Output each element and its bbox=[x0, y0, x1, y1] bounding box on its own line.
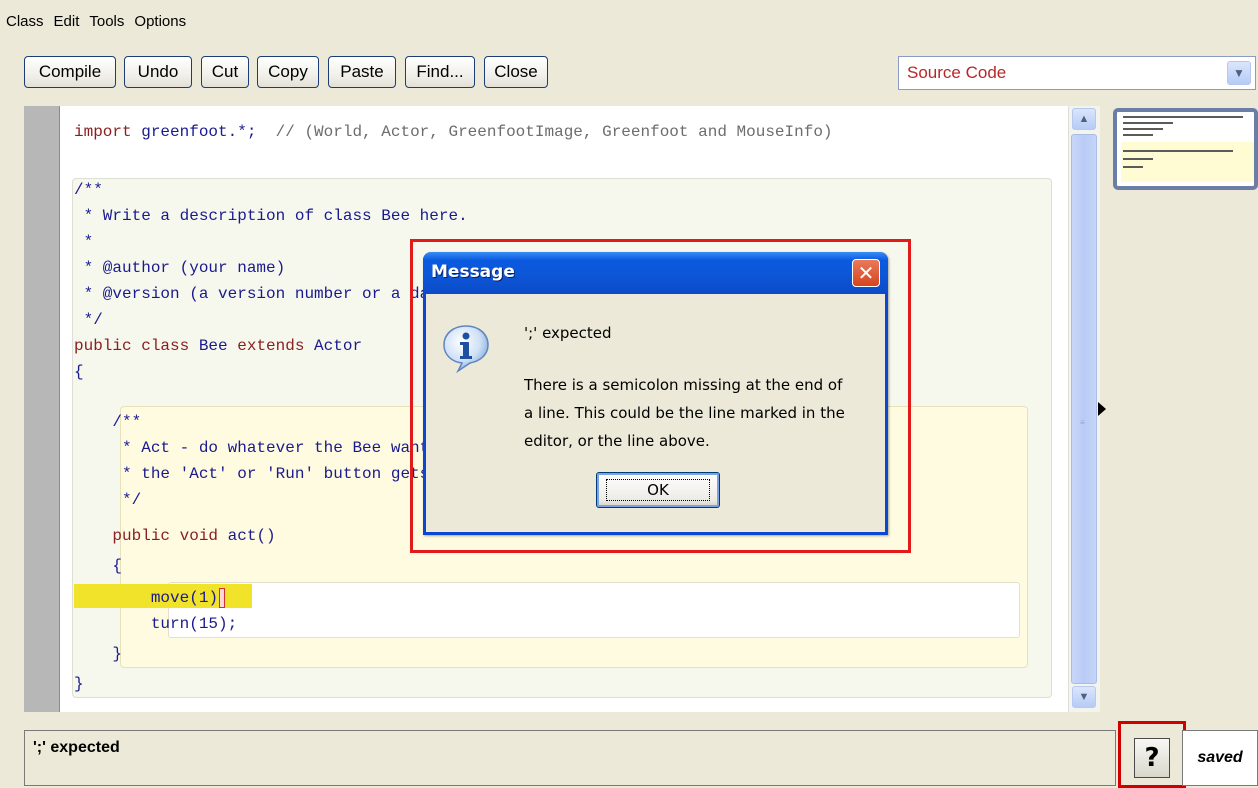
thumb-line bbox=[1123, 122, 1173, 124]
menu-bar: Class Edit Tools Options bbox=[0, 0, 1258, 42]
thumb-line bbox=[1123, 158, 1153, 160]
dialog-heading: ';' expected bbox=[524, 324, 612, 342]
code-line: /** bbox=[74, 413, 142, 431]
navigation-view bbox=[1112, 106, 1258, 712]
ok-label: OK bbox=[606, 479, 710, 501]
scroll-down-button[interactable]: ▼ bbox=[1072, 686, 1096, 708]
thumb-line bbox=[1123, 166, 1143, 168]
undo-button[interactable]: Undo bbox=[124, 56, 192, 88]
code-line: * Write a description of class Bee here. bbox=[74, 207, 468, 225]
compile-button[interactable]: Compile bbox=[24, 56, 116, 88]
status-bar: ';' expected bbox=[24, 730, 1116, 786]
menu-tools[interactable]: Tools bbox=[87, 13, 132, 30]
code-line: */ bbox=[74, 311, 103, 329]
code-line: public void act() bbox=[112, 527, 276, 545]
paste-button[interactable]: Paste bbox=[328, 56, 396, 88]
code-line: * bbox=[74, 233, 94, 251]
code-line: * @author (your name) bbox=[74, 259, 286, 277]
code-line: } bbox=[74, 645, 123, 663]
saved-indicator: saved bbox=[1182, 730, 1258, 786]
thumb-line bbox=[1123, 128, 1163, 130]
collapse-arrow-icon[interactable] bbox=[1098, 402, 1106, 416]
scroll-thumb[interactable]: ≡ bbox=[1071, 134, 1097, 684]
status-message: ';' expected bbox=[33, 739, 120, 756]
thumb-line bbox=[1123, 150, 1233, 152]
view-select-value: Source Code bbox=[907, 63, 1007, 82]
dialog-close-button[interactable]: ✕ bbox=[852, 259, 880, 287]
thumb-line bbox=[1123, 116, 1243, 118]
cut-button[interactable]: Cut bbox=[201, 56, 249, 88]
code-line: */ bbox=[74, 491, 142, 509]
code-line: public class Bee extends Actor bbox=[74, 337, 363, 355]
toolbar: Compile Undo Cut Copy Paste Find... Clos… bbox=[0, 56, 1258, 90]
code-line: /** bbox=[74, 181, 103, 199]
navigation-thumbnail[interactable] bbox=[1113, 108, 1258, 190]
code-line: { bbox=[74, 557, 123, 575]
code-line: import greenfoot.*; // (World, Actor, Gr… bbox=[74, 123, 833, 141]
code-line: * @version (a version number or a date) bbox=[74, 285, 459, 303]
scroll-up-button[interactable]: ▲ bbox=[1072, 108, 1096, 130]
line-gutter[interactable] bbox=[24, 106, 60, 712]
error-caret bbox=[219, 587, 226, 608]
close-button[interactable]: Close bbox=[484, 56, 548, 88]
ok-button[interactable]: OK bbox=[596, 472, 720, 508]
menu-class[interactable]: Class bbox=[4, 13, 52, 30]
view-select[interactable]: Source Code ▼ bbox=[898, 56, 1256, 90]
vertical-scrollbar[interactable]: ▲ ≡ ▼ bbox=[1068, 106, 1100, 712]
help-button-annotation bbox=[1118, 721, 1186, 788]
code-line: turn(15); bbox=[74, 615, 238, 633]
thumb-line bbox=[1123, 134, 1153, 136]
grip-icon: ≡ bbox=[1080, 418, 1085, 427]
dialog-message-line: a line. This could be the line marked in… bbox=[524, 404, 845, 422]
message-dialog: Message ✕ ';' expected There is a semico… bbox=[423, 252, 888, 535]
dialog-title: Message bbox=[431, 262, 515, 282]
find-button[interactable]: Find... bbox=[405, 56, 475, 88]
info-icon bbox=[440, 322, 492, 378]
code-line-error: move(1) bbox=[74, 586, 226, 610]
code-line: { bbox=[74, 363, 84, 381]
menu-options[interactable]: Options bbox=[132, 13, 194, 30]
dialog-message-line: editor, or the line above. bbox=[524, 432, 710, 450]
thumb-method-area bbox=[1121, 142, 1254, 182]
dialog-message-line: There is a semicolon missing at the end … bbox=[524, 376, 843, 394]
code-line: } bbox=[74, 675, 84, 693]
menu-edit[interactable]: Edit bbox=[52, 13, 88, 30]
method-body-scope bbox=[168, 582, 1020, 638]
copy-button[interactable]: Copy bbox=[257, 56, 319, 88]
chevron-down-icon[interactable]: ▼ bbox=[1227, 61, 1251, 85]
dialog-titlebar[interactable]: Message ✕ bbox=[423, 252, 888, 294]
